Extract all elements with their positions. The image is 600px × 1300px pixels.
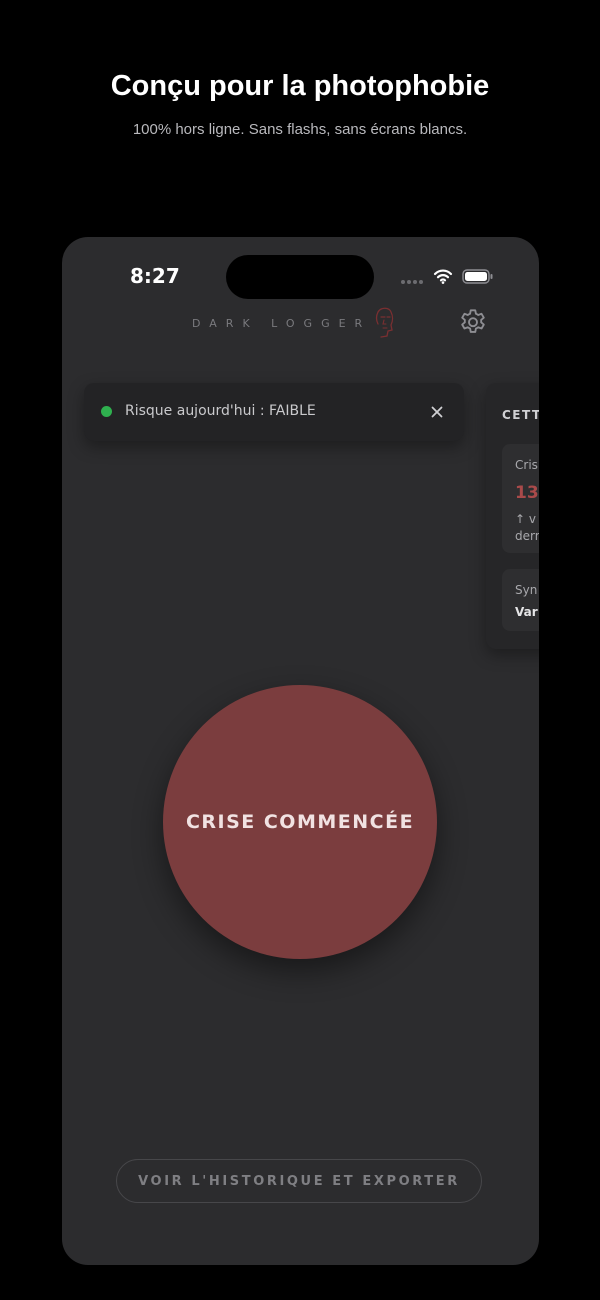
phone-screen: 8:27 DARK LOGGER Risque aujourd'hui : FA… [62,237,539,1265]
promo-subheadline: 100% hors ligne. Sans flashs, sans écran… [132,121,468,138]
stat-card-subtext: derr [515,529,539,543]
signal-dots-icon [401,280,423,284]
stat-card-value: Var [515,605,538,619]
history-export-button[interactable]: VOIR L'HISTORIQUE ET EXPORTER [116,1159,482,1203]
panel-title: CETT [502,408,539,422]
gear-icon [461,309,485,333]
face-logo-icon [375,307,394,338]
dynamic-island [226,255,374,299]
stat-card-value: 13 [515,483,539,503]
risk-text: Risque aujourd'hui : FAIBLE [125,403,316,419]
stats-panel[interactable]: CETT Cris 13 ↑ v derr Syn Var [486,383,539,649]
wifi-icon [433,269,453,284]
close-banner-button[interactable] [427,402,447,422]
stat-card-symptoms: Syn Var [502,569,539,631]
settings-button[interactable] [455,305,491,341]
risk-status-dot [101,406,112,417]
crisis-start-button[interactable]: CRISE COMMENCÉE [163,685,437,959]
stat-card-crises: Cris 13 ↑ v derr [502,444,539,553]
battery-icon [462,269,493,284]
promo-headline: Conçu pour la photophobie [110,70,490,102]
stat-card-label: Syn [515,583,538,597]
app-logo-text: DARK LOGGER [192,317,372,330]
status-time: 8:27 [130,264,180,288]
close-icon [431,406,443,418]
stat-card-trend: ↑ v [515,512,536,526]
crisis-start-label: CRISE COMMENCÉE [185,811,415,833]
history-export-label: VOIR L'HISTORIQUE ET EXPORTER [138,1173,460,1189]
risk-banner: Risque aujourd'hui : FAIBLE [84,383,464,441]
stat-card-label: Cris [515,458,538,472]
